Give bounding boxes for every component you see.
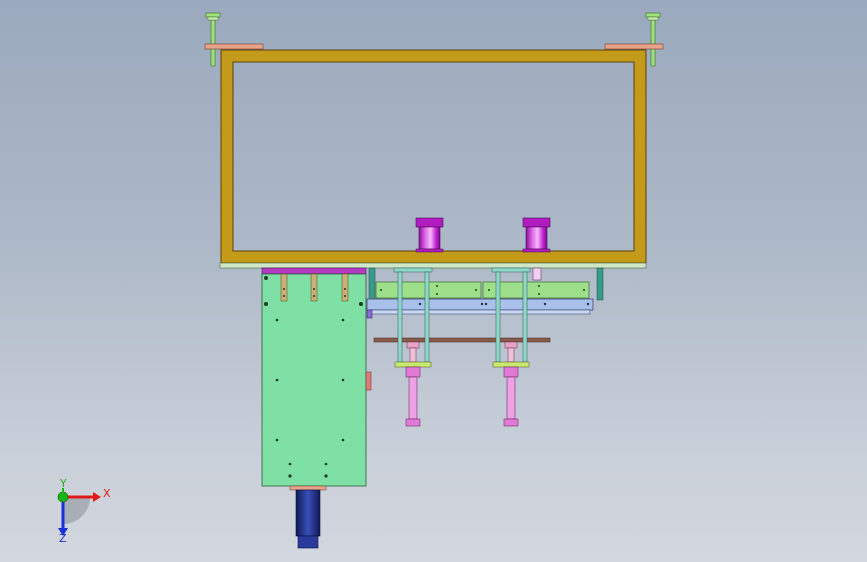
x-axis-label: X bbox=[103, 487, 111, 500]
servo-motor bbox=[289, 485, 327, 549]
small-connector bbox=[532, 267, 542, 281]
cad-assembly-drawing: X Y Z bbox=[57, 12, 664, 549]
y-axis-label: Y bbox=[59, 477, 67, 490]
vertical-slide-plate bbox=[261, 267, 372, 487]
triad-plane bbox=[63, 497, 90, 524]
z-axis-label: Z bbox=[59, 532, 67, 545]
tooling-plates bbox=[375, 281, 590, 299]
cad-viewport[interactable]: X Y Z bbox=[0, 0, 867, 562]
x-axis-arrowhead bbox=[93, 492, 101, 502]
cylinder-top-left bbox=[415, 217, 444, 253]
coordinate-triad[interactable]: X Y Z bbox=[57, 477, 111, 545]
cylinder-top-right bbox=[522, 217, 551, 253]
